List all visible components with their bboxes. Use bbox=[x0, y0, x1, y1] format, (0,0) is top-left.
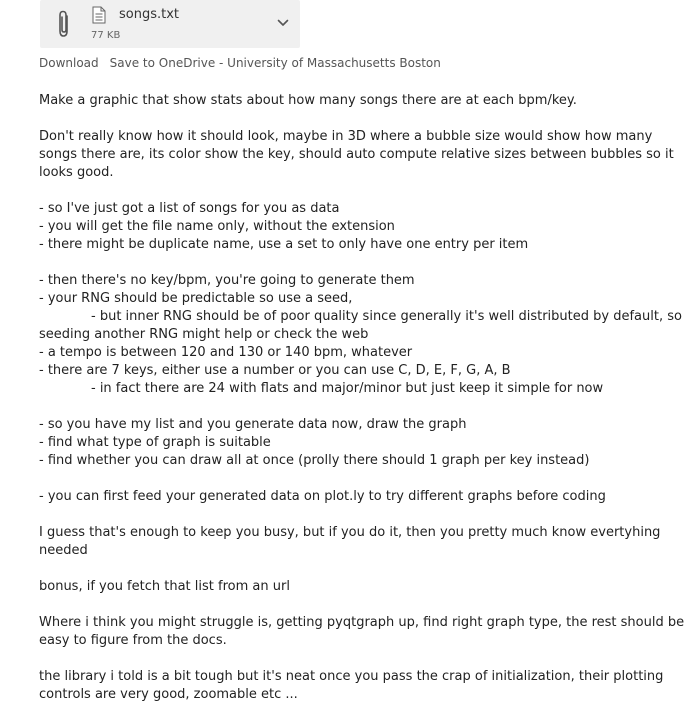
message-line: - but inner RNG should be of poor qualit… bbox=[39, 309, 682, 342]
message-line: - then there's no key/bpm, you're going … bbox=[39, 273, 415, 288]
message-body: Make a graphic that show stats about how… bbox=[39, 92, 685, 704]
chevron-down-icon[interactable] bbox=[276, 16, 290, 30]
message-line: - find whether you can draw all at once … bbox=[39, 453, 590, 468]
message-line: - there might be duplicate name, use a s… bbox=[39, 237, 529, 252]
message-line: Where i think you might struggle is, get… bbox=[39, 615, 685, 648]
message-line: - in fact there are 24 with flats and ma… bbox=[91, 381, 604, 396]
message-line: bonus, if you fetch that list from an ur… bbox=[39, 579, 290, 594]
message-blank-line bbox=[39, 398, 685, 416]
message-blank-line bbox=[39, 470, 685, 488]
message-line: - your RNG should be predictable so use … bbox=[39, 291, 353, 306]
message-line: - so you have my list and you generate d… bbox=[39, 417, 467, 432]
message-blank-line bbox=[39, 182, 685, 200]
text-file-icon bbox=[92, 6, 106, 24]
paperclip-icon bbox=[59, 10, 68, 37]
download-link[interactable]: Download bbox=[39, 56, 99, 70]
message-line: - find what type of graph is suitable bbox=[39, 435, 271, 450]
message-line: - you will get the file name only, witho… bbox=[39, 219, 395, 234]
message-blank-line bbox=[39, 110, 685, 128]
message-line: - there are 7 keys, either use a number … bbox=[39, 363, 511, 378]
message-line: Don't really know how it should look, ma… bbox=[39, 129, 674, 180]
attachment-card[interactable]: songs.txt 77 KB bbox=[40, 0, 300, 48]
save-to-onedrive-link[interactable]: Save to OneDrive - University of Massach… bbox=[110, 56, 441, 70]
attachment-file-name[interactable]: songs.txt bbox=[119, 7, 179, 22]
message-blank-line bbox=[39, 560, 685, 578]
attachment-file-size: 77 KB bbox=[91, 30, 121, 41]
message-line: I guess that's enough to keep you busy, … bbox=[39, 525, 661, 558]
message-blank-line bbox=[39, 650, 685, 668]
message-line: Make a graphic that show stats about how… bbox=[39, 93, 577, 108]
message-blank-line bbox=[39, 506, 685, 524]
message-blank-line bbox=[39, 254, 685, 272]
message-blank-line bbox=[39, 596, 685, 614]
message-line: - a tempo is between 120 and 130 or 140 … bbox=[39, 345, 413, 360]
message-line: the library i told is a bit tough but it… bbox=[39, 669, 664, 702]
message-line: - you can first feed your generated data… bbox=[39, 489, 606, 504]
attachment-actions: Download Save to OneDrive - University of… bbox=[39, 56, 441, 70]
message-line: - so I've just got a list of songs for y… bbox=[39, 201, 340, 216]
